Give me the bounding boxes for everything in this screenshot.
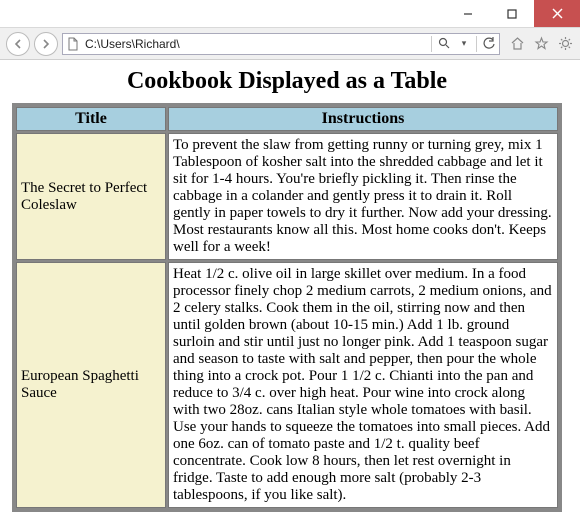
table-row: The Secret to Perfect Coleslaw To preven…	[16, 133, 558, 260]
search-icon[interactable]	[434, 37, 454, 50]
column-header-title: Title	[16, 107, 166, 131]
recipe-instructions: To prevent the slaw from getting runny o…	[168, 133, 558, 260]
browser-toolbar: ▾	[0, 28, 580, 60]
recipe-title: European Spaghetti Sauce	[16, 262, 166, 508]
tools-icon[interactable]	[556, 35, 574, 53]
refresh-icon[interactable]	[479, 37, 499, 50]
page-content: Cookbook Displayed as a Table Title Inst…	[0, 60, 580, 516]
favorites-icon[interactable]	[532, 35, 550, 53]
toolbar-right-icons	[508, 35, 574, 53]
recipe-instructions: Heat 1/2 c. olive oil in large skillet o…	[168, 262, 558, 508]
cookbook-table: Title Instructions The Secret to Perfect…	[12, 103, 562, 512]
dropdown-icon[interactable]: ▾	[454, 38, 474, 49]
address-bar[interactable]: ▾	[62, 33, 500, 55]
page-title: Cookbook Displayed as a Table	[12, 68, 562, 95]
minimize-button[interactable]	[446, 0, 490, 27]
maximize-button[interactable]	[490, 0, 534, 27]
address-input[interactable]	[83, 34, 429, 54]
separator	[476, 36, 477, 52]
window-titlebar	[0, 0, 580, 28]
file-icon	[63, 37, 83, 51]
forward-button[interactable]	[34, 32, 58, 56]
separator	[431, 36, 432, 52]
home-icon[interactable]	[508, 35, 526, 53]
table-row: European Spaghetti Sauce Heat 1/2 c. oli…	[16, 262, 558, 508]
column-header-instructions: Instructions	[168, 107, 558, 131]
recipe-title: The Secret to Perfect Coleslaw	[16, 133, 166, 260]
back-button[interactable]	[6, 32, 30, 56]
close-button[interactable]	[534, 0, 580, 27]
